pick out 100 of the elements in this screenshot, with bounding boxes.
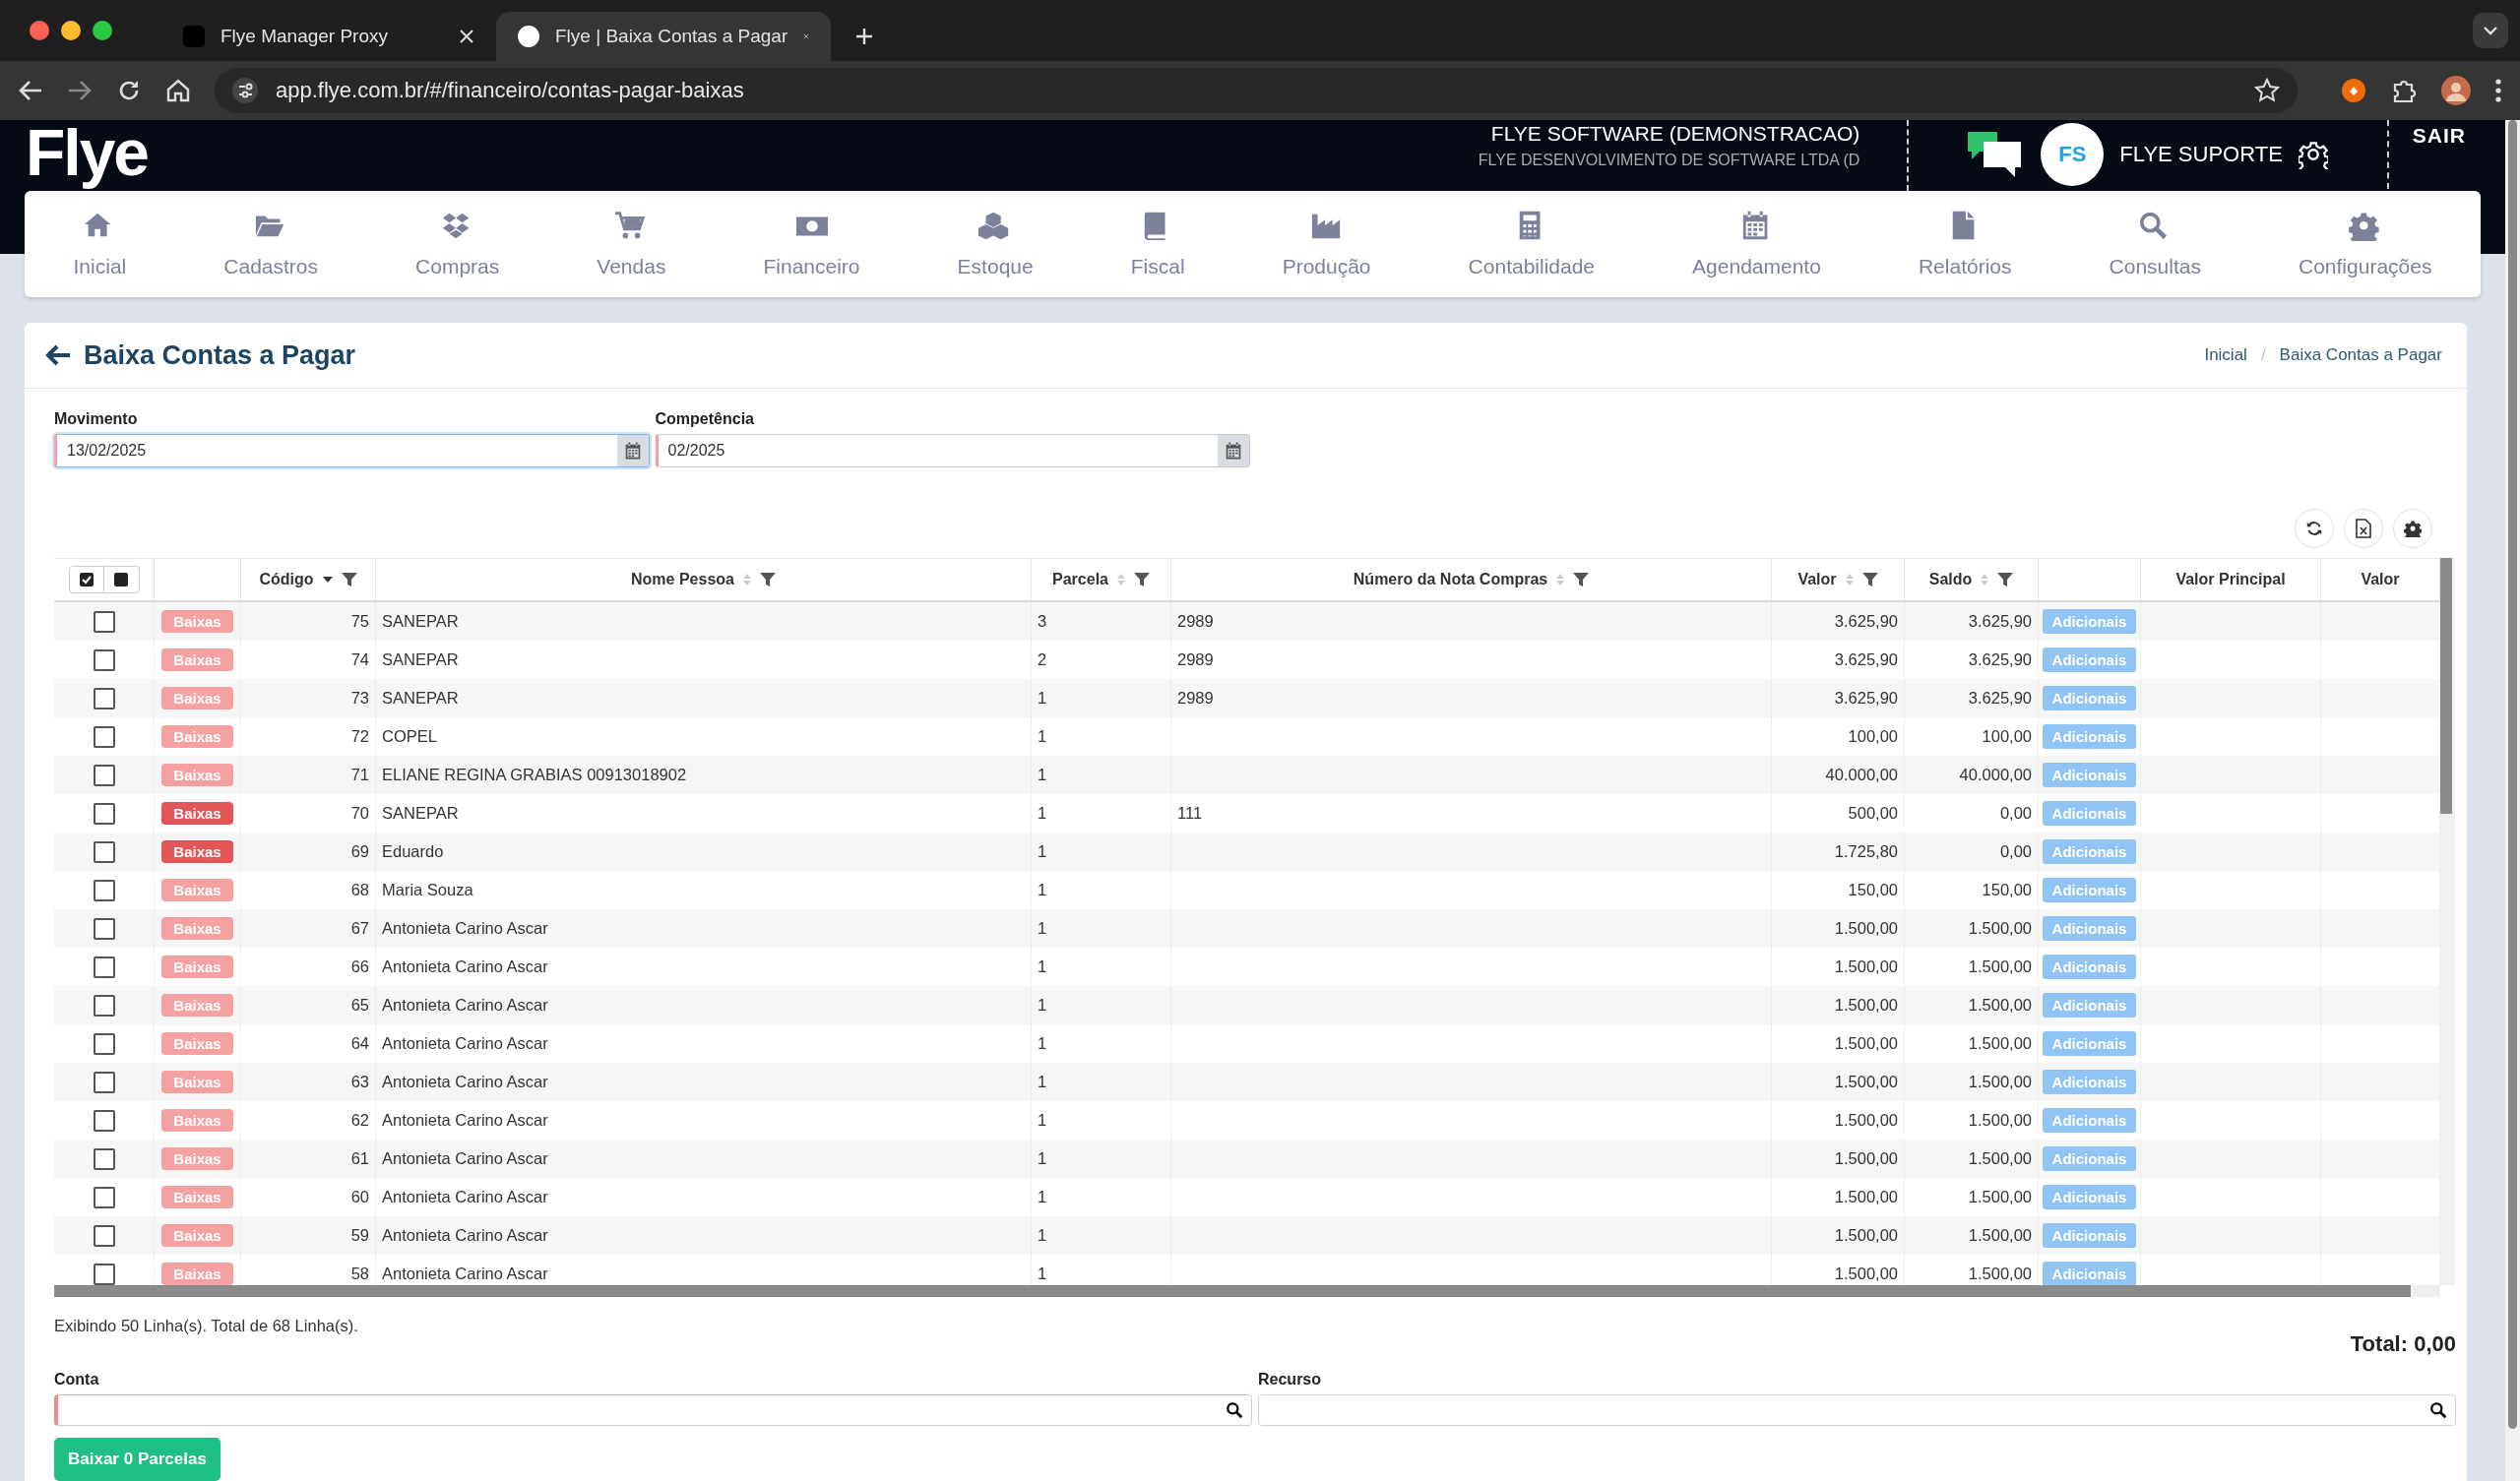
table-cell: 2989: [1177, 612, 1214, 631]
nav-item[interactable]: Estoque: [947, 210, 1043, 278]
nav-item[interactable]: Vendas: [587, 210, 676, 278]
table-cell: 1: [1038, 1073, 1047, 1091]
adicionais-button[interactable]: Adicionais: [2043, 1223, 2136, 1248]
logout-link[interactable]: SAIR: [2388, 120, 2466, 148]
adicionais-button[interactable]: Adicionais: [2043, 1146, 2136, 1171]
baixas-button[interactable]: Baixas: [161, 840, 233, 863]
address-bar[interactable]: app.flye.com.br/#/financeiro/contas-pagar-baixas: [215, 68, 2298, 113]
table-cell: 3.625,90: [1834, 689, 1898, 708]
table-cell: 111: [1177, 804, 1203, 823]
column-header[interactable]: Valor Principal: [2175, 571, 2286, 588]
baixas-button[interactable]: Baixas: [161, 1071, 233, 1093]
baixas-button[interactable]: Baixas: [161, 1224, 233, 1247]
table-cell: 1.500,00: [1834, 1226, 1898, 1245]
nav-item[interactable]: Agendamento: [1682, 210, 1831, 278]
baixas-button[interactable]: Baixas: [161, 1263, 233, 1285]
table-cell: 0,00: [1999, 804, 2032, 823]
column-header[interactable]: Saldo: [1928, 571, 1973, 588]
user-name: FLYE SUPORTE: [2119, 142, 2283, 167]
adicionais-button[interactable]: Adicionais: [2043, 686, 2136, 710]
baixas-button[interactable]: Baixas: [161, 1147, 233, 1170]
adicionais-button[interactable]: Adicionais: [2043, 1108, 2136, 1133]
adicionais-button[interactable]: Adicionais: [2043, 1031, 2136, 1056]
adicionais-button[interactable]: Adicionais: [2043, 763, 2136, 787]
table-cell: 40.000,00: [1825, 766, 1898, 784]
nav-item[interactable]: Financeiro: [753, 210, 870, 278]
adicionais-button[interactable]: Adicionais: [2043, 878, 2136, 902]
browser-tab[interactable]: Flye Manager Proxy: [161, 12, 496, 61]
nav-item[interactable]: Produção: [1272, 210, 1381, 278]
adicionais-button[interactable]: Adicionais: [2043, 993, 2136, 1018]
table-cell: 500,00: [1848, 804, 1898, 823]
column-header[interactable]: Número da Nota Compras: [1353, 571, 1548, 588]
baixas-button[interactable]: Baixas: [161, 994, 233, 1017]
table-cell: Antonieta Carino Ascar: [382, 1111, 548, 1130]
baixas-button[interactable]: Baixas: [161, 1109, 233, 1132]
baixas-button[interactable]: Baixas: [161, 802, 233, 825]
baixas-button[interactable]: Baixas: [161, 917, 233, 940]
table-cell: 100,00: [1848, 727, 1898, 746]
baixas-button[interactable]: Baixas: [161, 879, 233, 901]
date-field[interactable]: 02/2025: [655, 434, 1250, 467]
table-cell: Antonieta Carino Ascar: [382, 1226, 548, 1245]
breadcrumb-link[interactable]: Baixa Contas a Pagar: [2279, 345, 2442, 365]
page-title: Baixa Contas a Pagar: [84, 339, 356, 371]
submit-button[interactable]: Baixar 0 Parcelas: [54, 1438, 220, 1481]
column-header[interactable]: Parcela: [1052, 571, 1108, 588]
table-cell: 72: [350, 727, 369, 746]
breadcrumb-link[interactable]: Inicial: [2204, 345, 2247, 365]
baixas-button[interactable]: Baixas: [161, 1186, 233, 1208]
adicionais-button[interactable]: Adicionais: [2043, 839, 2136, 864]
table-cell: 75: [350, 612, 369, 631]
browser-tab[interactable]: Flye | Baixa Contas a Pagar: [496, 12, 831, 61]
adicionais-button[interactable]: Adicionais: [2043, 724, 2136, 749]
baixas-button[interactable]: Baixas: [161, 687, 233, 710]
adicionais-button[interactable]: Adicionais: [2043, 1185, 2136, 1209]
column-header[interactable]: Nome Pessoa: [631, 571, 734, 588]
baixas-button[interactable]: Baixas: [161, 648, 233, 671]
table-cell: Antonieta Carino Ascar: [382, 1073, 548, 1091]
baixas-button[interactable]: Baixas: [161, 725, 233, 748]
table-cell: 69: [350, 842, 369, 861]
table-cell: SANEPAR: [382, 804, 459, 823]
adicionais-button[interactable]: Adicionais: [2043, 955, 2136, 979]
table-cell: 1: [1038, 766, 1047, 784]
baixas-button[interactable]: Baixas: [161, 764, 233, 786]
nav-item[interactable]: Contabilidade: [1458, 210, 1606, 278]
baixas-button[interactable]: Baixas: [161, 610, 233, 633]
nav-item[interactable]: Consultas: [2099, 210, 2211, 278]
adicionais-button[interactable]: Adicionais: [2043, 916, 2136, 941]
table-cell: 1.500,00: [1834, 1149, 1898, 1168]
column-header[interactable]: Valor: [2361, 571, 2400, 588]
table-cell: 3.625,90: [1968, 650, 2032, 669]
adicionais-button[interactable]: Adicionais: [2043, 1070, 2136, 1094]
adicionais-button[interactable]: Adicionais: [2043, 648, 2136, 672]
table-cell: SANEPAR: [382, 650, 459, 669]
nav-item[interactable]: Cadastros: [214, 210, 328, 278]
table-cell: 1.500,00: [1968, 1149, 2032, 1168]
nav-item[interactable]: Inicial: [63, 210, 137, 278]
nav-item[interactable]: Relatórios: [1908, 210, 2022, 278]
table-cell: Antonieta Carino Ascar: [382, 996, 548, 1015]
date-field[interactable]: 13/02/2025: [54, 434, 650, 467]
nav-item[interactable]: Configurações: [2289, 210, 2442, 278]
column-header[interactable]: Valor: [1797, 571, 1837, 588]
table-cell: 66: [350, 957, 369, 976]
column-header[interactable]: Código: [259, 571, 314, 588]
breadcrumb-separator: /: [2260, 345, 2266, 365]
table-cell: 1.500,00: [1834, 957, 1898, 976]
table-cell: 1: [1038, 689, 1047, 708]
adicionais-button[interactable]: Adicionais: [2043, 801, 2136, 826]
adicionais-button[interactable]: Adicionais: [2043, 609, 2136, 634]
nav-item[interactable]: Fiscal: [1120, 210, 1195, 278]
user-avatar[interactable]: FS: [2041, 123, 2105, 186]
baixas-button[interactable]: Baixas: [161, 1032, 233, 1055]
table-cell: 1: [1038, 1111, 1047, 1130]
table-cell: SANEPAR: [382, 689, 459, 708]
table-cell: 3.625,90: [1968, 689, 2032, 708]
table-cell: 1.500,00: [1968, 1073, 2032, 1091]
adicionais-button[interactable]: Adicionais: [2043, 1262, 2136, 1285]
baixas-button[interactable]: Baixas: [161, 956, 233, 978]
table-cell: 62: [350, 1111, 369, 1130]
nav-item[interactable]: Compras: [406, 210, 510, 278]
